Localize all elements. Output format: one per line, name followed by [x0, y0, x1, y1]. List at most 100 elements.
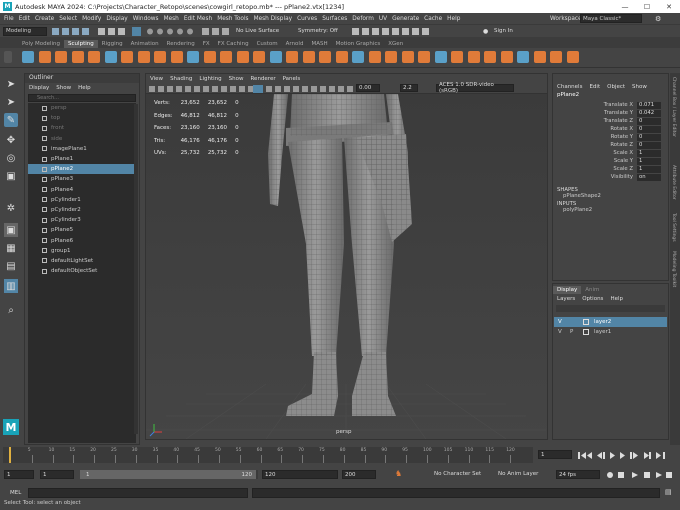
outliner-item[interactable]: pCylinder3 [28, 215, 136, 225]
channel-attr-value[interactable]: 0 [637, 141, 661, 149]
shelf-tool-icon[interactable] [88, 51, 100, 63]
outliner-item[interactable]: imagePlane1 [28, 144, 136, 154]
channel-attr-label[interactable]: Translate Z [553, 118, 637, 124]
anim-layer-dropdown[interactable]: No Anim Layer [498, 471, 538, 477]
channel-menu-object[interactable]: Object [607, 84, 625, 90]
menu-generate[interactable]: Generate [392, 16, 419, 22]
shelf-tab-xgen[interactable]: XGen [384, 40, 407, 48]
shelf-tool-icon[interactable] [335, 51, 348, 63]
playback-end-field[interactable]: 120 [262, 470, 338, 479]
outliner-item[interactable]: pPlane2 [28, 164, 136, 175]
outliner-item[interactable]: pPlane3 [28, 174, 136, 184]
channel-menu-channels[interactable]: Channels [557, 84, 582, 90]
menu-cache[interactable]: Cache [424, 16, 442, 22]
channel-menu-show[interactable]: Show [632, 84, 647, 90]
viewport-menu-lighting[interactable]: Lighting [199, 76, 221, 82]
sign-in-button[interactable]: Sign In [494, 28, 513, 34]
shelf-tool-icon[interactable] [484, 51, 496, 63]
channel-menu-edit[interactable]: Edit [589, 84, 600, 90]
outliner-item[interactable]: pCylinder2 [28, 205, 136, 215]
settings-gear-icon[interactable]: ⚙ [655, 15, 661, 23]
layer-row[interactable]: V Player1 [554, 327, 667, 337]
channel-attr-value[interactable]: 1 [637, 165, 661, 173]
shelf-tool-icon[interactable] [269, 51, 282, 63]
workspace-dropdown[interactable]: Maya Classic* [580, 14, 642, 23]
channel-attr-label[interactable]: Rotate X [553, 126, 637, 132]
side-tab-1[interactable]: Attribute Editor [671, 165, 676, 200]
four-view-icon[interactable]: ▦ [4, 241, 18, 255]
channel-attr-value[interactable]: on [637, 173, 661, 181]
move-tool-icon[interactable]: ✥ [4, 133, 18, 147]
shelf-tool-icon[interactable] [319, 51, 331, 63]
soft-select-icon[interactable]: ✲ [4, 201, 18, 215]
shelf-tool-icon[interactable] [550, 51, 562, 63]
shelf-tab-fx-caching[interactable]: FX Caching [214, 40, 253, 48]
shelf-tool-icon[interactable] [236, 51, 249, 63]
single-view-icon[interactable]: ▣ [4, 223, 18, 237]
start-time-field[interactable]: 1 [4, 470, 34, 479]
shelf-tool-icon[interactable] [385, 51, 397, 63]
viewport-menu-show[interactable]: Show [229, 76, 244, 82]
shelf-tool-icon[interactable] [121, 51, 133, 63]
user-icon[interactable]: ● [483, 28, 488, 35]
playback-controls[interactable] [578, 451, 678, 460]
outliner-item[interactable]: defaultObjectSet [28, 266, 136, 276]
viewport-menu-renderer[interactable]: Renderer [250, 76, 275, 82]
outliner-layout-icon[interactable]: ▤ [4, 259, 18, 273]
menu-uv[interactable]: UV [379, 16, 387, 22]
range-slider[interactable]: 1 120 [80, 470, 258, 479]
channel-attr-value[interactable]: 0.071 [637, 101, 661, 109]
maya-home-icon[interactable]: M [3, 419, 19, 435]
channel-attr-label[interactable]: Rotate Y [553, 134, 637, 140]
menu-surfaces[interactable]: Surfaces [322, 16, 347, 22]
shelf-tool-icon[interactable] [22, 51, 34, 63]
menu-edit-mesh[interactable]: Edit Mesh [184, 16, 212, 22]
shelf-tool-icon[interactable] [253, 51, 265, 63]
tab-display[interactable]: Display [553, 286, 582, 294]
paint-select-icon[interactable]: ✎ [4, 113, 18, 127]
outliner-item[interactable]: pPlane1 [28, 154, 136, 164]
rotate-tool-icon[interactable]: ◎ [4, 151, 18, 165]
viewport-menu-panels[interactable]: Panels [283, 76, 301, 82]
menu-select[interactable]: Select [59, 16, 77, 22]
outliner-item[interactable]: persp [28, 103, 136, 113]
shelf-tool-icon[interactable] [187, 51, 199, 63]
gamma-field[interactable]: 2.2 [400, 84, 418, 92]
outliner-item[interactable]: top [28, 113, 136, 123]
shelf-tool-icon[interactable] [55, 51, 67, 63]
shelf-tool-icon[interactable] [401, 51, 414, 63]
channel-object-name[interactable]: pPlane2 [553, 92, 668, 101]
outliner-item[interactable]: front [28, 123, 136, 133]
outliner-item[interactable]: side [28, 134, 136, 144]
channel-attr-value[interactable]: 0 [637, 125, 661, 133]
layer-menu-options[interactable]: Options [582, 296, 603, 302]
menu-file[interactable]: File [4, 16, 14, 22]
menu-windows[interactable]: Windows [133, 16, 159, 22]
layer-visibility-toggle[interactable]: V [554, 319, 566, 325]
shelf-tool-icon[interactable] [220, 51, 232, 63]
layer-name[interactable]: layer1 [594, 329, 611, 335]
channel-attr-value[interactable]: 0 [637, 133, 661, 141]
character-set-dropdown[interactable]: No Character Set [434, 471, 481, 477]
shelf-tool-icon[interactable] [418, 51, 430, 63]
channel-attr-label[interactable]: Scale Y [553, 158, 637, 164]
shelf-tool-icon[interactable] [434, 51, 447, 63]
layer-color-swatch[interactable] [583, 319, 589, 325]
outliner-item[interactable]: group1 [28, 246, 136, 256]
channel-attr-value[interactable]: 0.042 [637, 109, 661, 117]
outliner-item[interactable]: pPlane5 [28, 225, 136, 235]
animation-end-field[interactable]: 200 [342, 470, 376, 479]
shelf-tool-icon[interactable] [38, 51, 51, 63]
shelf-tool-icon[interactable] [71, 51, 84, 63]
menu-set-dropdown[interactable]: Modeling [3, 26, 47, 36]
scale-tool-icon[interactable]: ▣ [4, 169, 18, 183]
shelf-tool-icon[interactable] [104, 51, 117, 63]
persp-outliner-icon[interactable]: ▥ [4, 279, 18, 293]
menu-modify[interactable]: Modify [82, 16, 101, 22]
menu-edit[interactable]: Edit [19, 16, 30, 22]
mel-input[interactable] [28, 488, 248, 498]
shelf-tab-sculpting[interactable]: Sculpting [64, 40, 98, 48]
shelf-tab-custom[interactable]: Custom [253, 40, 282, 48]
channel-attr-label[interactable]: Visibility [553, 174, 637, 180]
shelf-tab-motion-graphics[interactable]: Motion Graphics [332, 40, 385, 48]
